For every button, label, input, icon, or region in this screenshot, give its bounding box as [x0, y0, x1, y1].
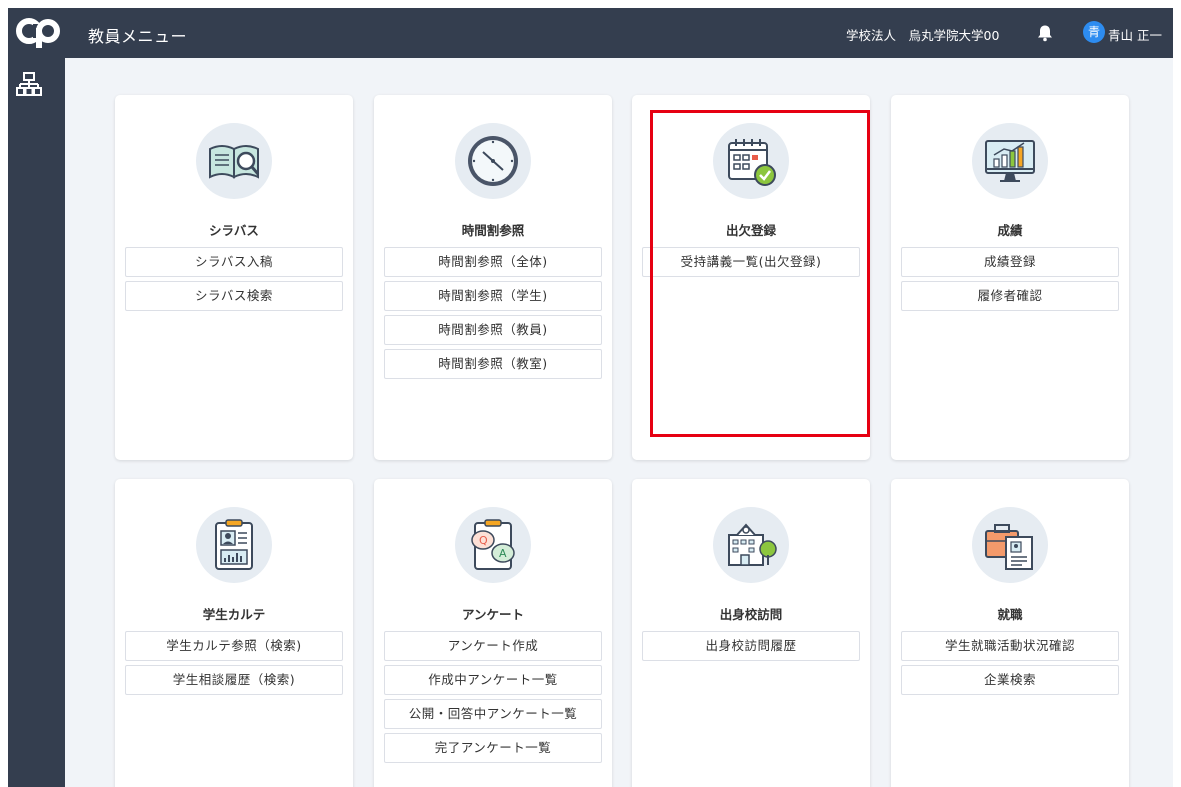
link-student-record-search[interactable]: 学生カルテ参照（検索) [125, 631, 343, 661]
user-avatar[interactable]: 青 [1083, 21, 1105, 43]
monitor-chart-icon [985, 140, 1035, 182]
card-title: 出身校訪問 [719, 607, 783, 622]
sidebar [8, 58, 65, 787]
card-employment: 就職 学生就職活動状況確認 企業検索 [891, 479, 1129, 787]
link-timetable-teacher[interactable]: 時間割参照（教員) [384, 315, 602, 345]
card-title: アンケート [461, 607, 524, 622]
link-grade-entry[interactable]: 成績登録 [901, 247, 1119, 277]
link-enrollee-check[interactable]: 履修者確認 [901, 281, 1119, 311]
clipboard-profile-icon [215, 519, 253, 570]
link-counseling-history-search[interactable]: 学生相談履歴（検索) [125, 665, 343, 695]
card-syllabus: シラバス シラバス入稿 シラバス検索 [115, 95, 353, 460]
card-grades: 成績 成績登録 履修者確認 [891, 95, 1129, 460]
sitemap-icon[interactable] [16, 72, 42, 98]
bell-icon[interactable] [1036, 24, 1054, 42]
link-survey-open-list[interactable]: 公開・回答中アンケート一覧 [384, 699, 602, 729]
link-timetable-all[interactable]: 時間割参照（全体) [384, 247, 602, 277]
link-timetable-student[interactable]: 時間割参照（学生) [384, 281, 602, 311]
cp-logo-icon[interactable] [16, 14, 62, 52]
link-survey-completed-list[interactable]: 完了アンケート一覧 [384, 733, 602, 763]
top-header: 教員メニュー 学校法人 烏丸学院大学00 青 青山 正一 [8, 8, 1173, 58]
clock-icon [468, 136, 518, 186]
card-survey: Q A アンケート アンケート作成 作成中アンケート一覧 公開・回答中アンケート… [374, 479, 612, 787]
card-title: シラバス [209, 223, 259, 238]
svg-text:A: A [499, 547, 507, 560]
briefcase-document-icon [985, 524, 1033, 570]
card-title: 成績 [997, 223, 1023, 238]
link-survey-draft-list[interactable]: 作成中アンケート一覧 [384, 665, 602, 695]
qa-clipboard-icon: Q A [471, 519, 515, 570]
card-title: 学生カルテ [202, 607, 266, 622]
link-company-search[interactable]: 企業検索 [901, 665, 1119, 695]
card-title: 就職 [997, 607, 1023, 622]
page-title: 教員メニュー [88, 27, 188, 46]
link-syllabus-submit[interactable]: シラバス入稿 [125, 247, 343, 277]
link-job-hunting-status[interactable]: 学生就職活動状況確認 [901, 631, 1119, 661]
highlight-box [650, 110, 870, 437]
card-title: 時間割参照 [461, 223, 525, 238]
card-timetable: 時間割参照 時間割参照（全体) 時間割参照（学生) 時間割参照（教員) 時間割参… [374, 95, 612, 460]
link-school-visit-history[interactable]: 出身校訪問履歴 [642, 631, 860, 661]
card-student-record: 学生カルテ 学生カルテ参照（検索) 学生相談履歴（検索) [115, 479, 353, 787]
link-survey-create[interactable]: アンケート作成 [384, 631, 602, 661]
book-search-icon [209, 145, 260, 179]
user-name[interactable]: 青山 正一 [1108, 25, 1162, 44]
app-frame: 教員メニュー 学校法人 烏丸学院大学00 青 青山 正一 シラバス シラバス入稿… [8, 8, 1173, 787]
card-school-visit: 出身校訪問 出身校訪問履歴 [632, 479, 870, 787]
link-syllabus-search[interactable]: シラバス検索 [125, 281, 343, 311]
school-name: 学校法人 烏丸学院大学00 [846, 28, 1000, 43]
svg-text:Q: Q [479, 534, 488, 547]
school-building-icon [728, 523, 777, 566]
link-timetable-room[interactable]: 時間割参照（教室) [384, 349, 602, 379]
